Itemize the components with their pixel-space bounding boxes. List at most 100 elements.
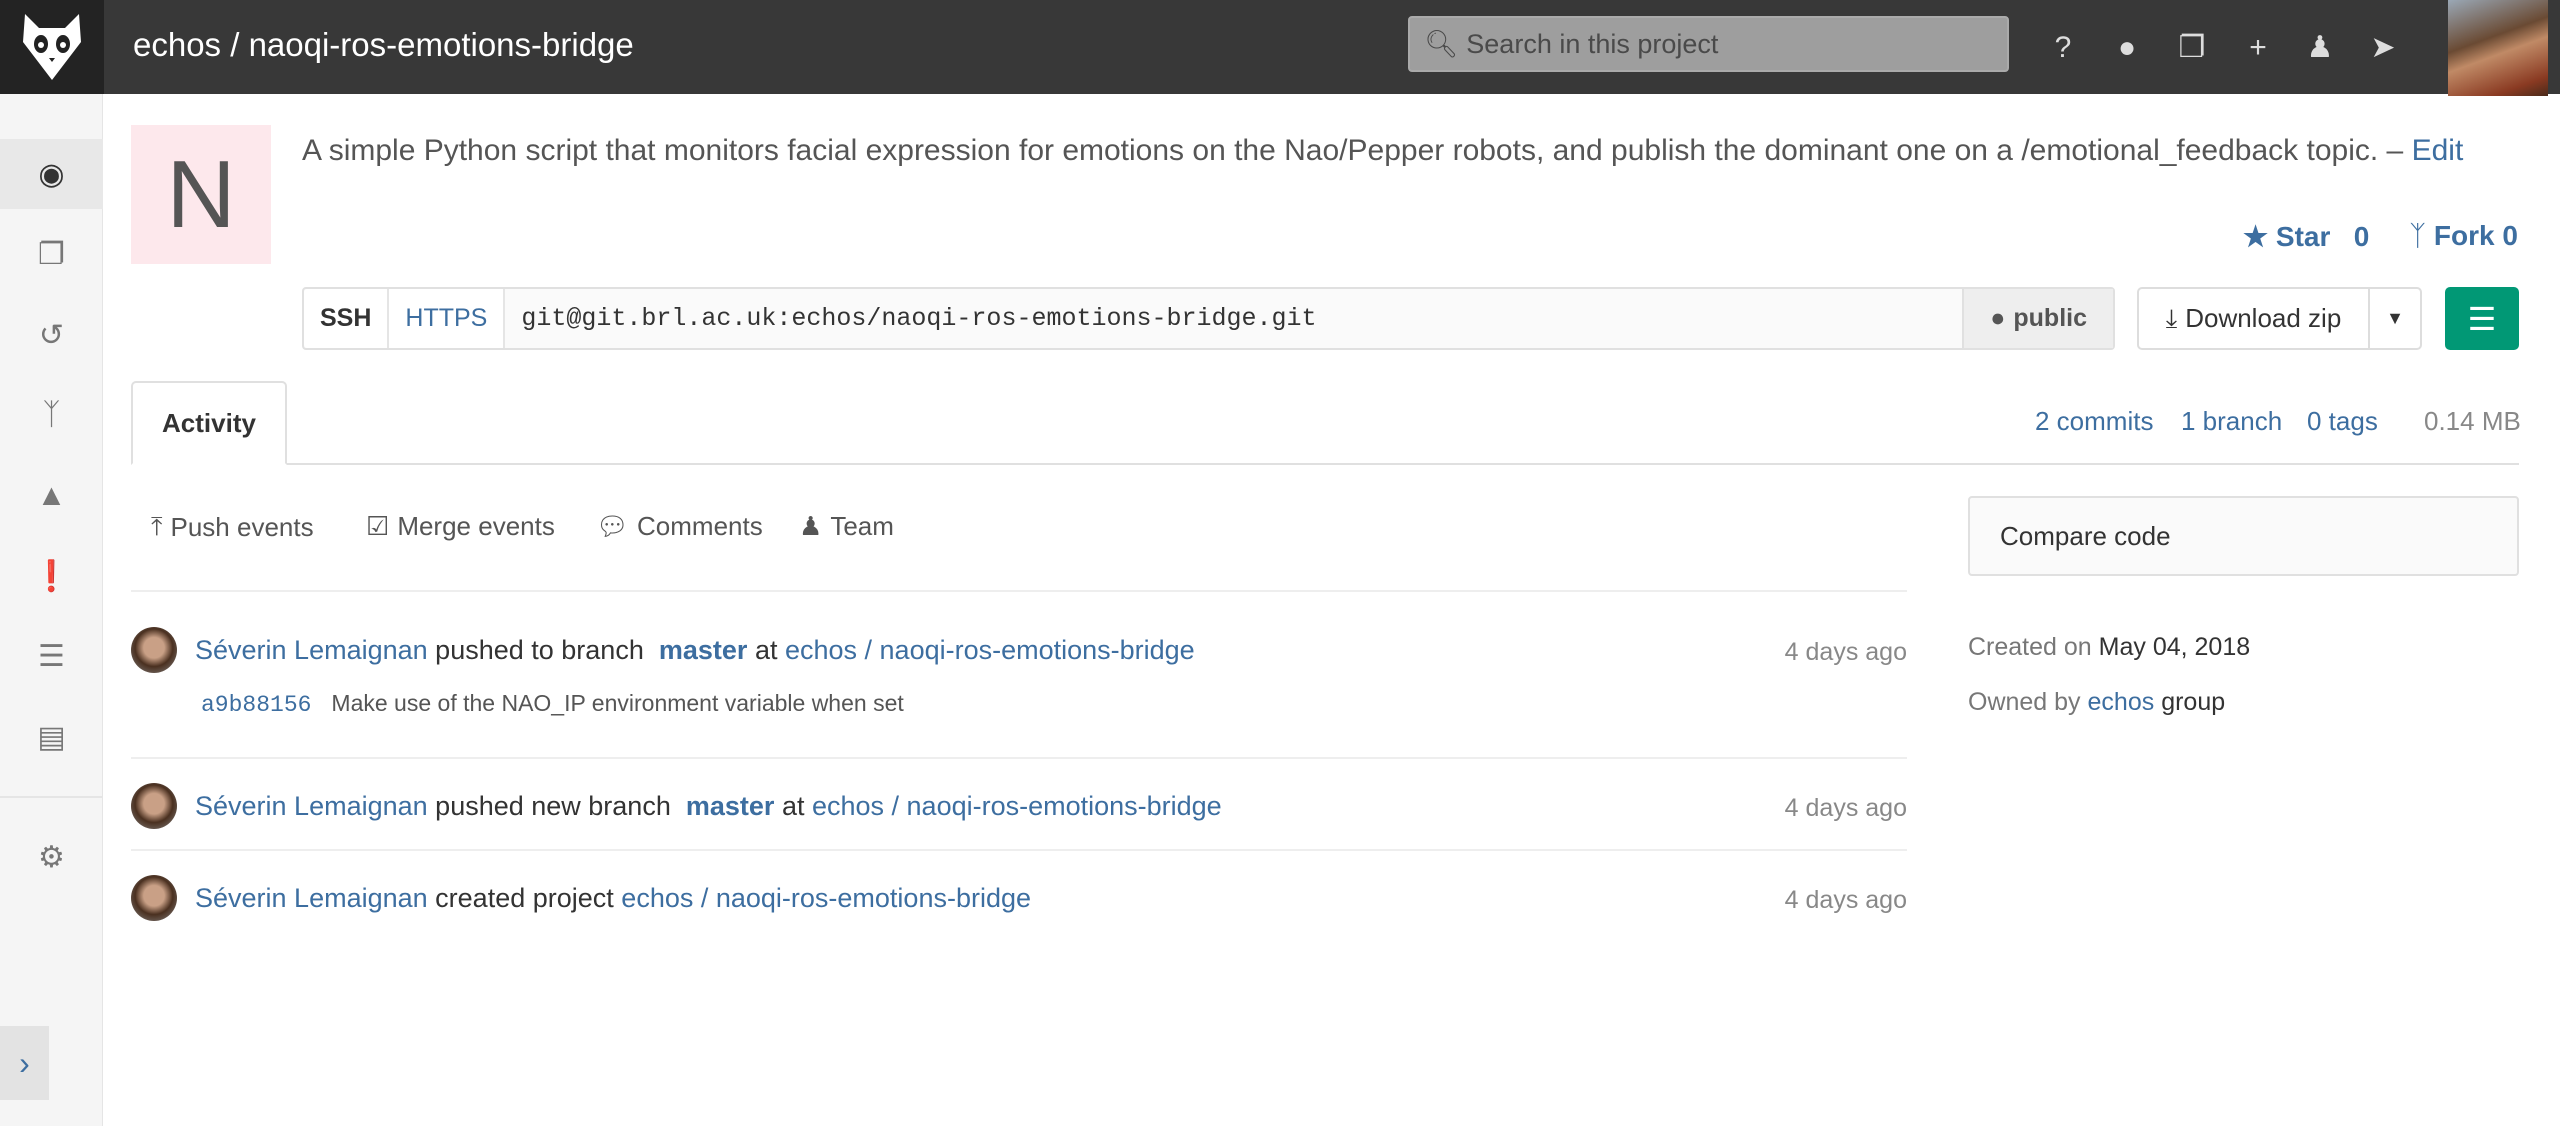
plus-icon[interactable]: + bbox=[2238, 28, 2278, 68]
search-input[interactable]: 🔍︎ Search in this project bbox=[1408, 16, 2009, 72]
star-label: Star bbox=[2275, 221, 2331, 252]
event-time: 4 days ago bbox=[1784, 638, 1907, 666]
commit-message: Make use of the NAO_IP environment varia… bbox=[331, 690, 904, 716]
globe-icon[interactable]: ● bbox=[2107, 28, 2147, 68]
commit-line: a9b88156 Make use of the NAO_IP environme… bbox=[201, 690, 904, 718]
upload-icon: ⤒ bbox=[151, 511, 163, 541]
event-action: pushed new branch bbox=[435, 790, 671, 821]
dashboard-icon[interactable]: ◉ bbox=[0, 139, 103, 209]
tags-link[interactable]: 0 tags bbox=[2307, 406, 2378, 437]
filter-label: Merge events bbox=[397, 511, 555, 541]
owned-by: Owned by echos group bbox=[1968, 688, 2225, 717]
download-label: Download zip bbox=[2185, 303, 2342, 333]
star-count: 0 bbox=[2353, 221, 2370, 252]
branches-link[interactable]: 1 branch bbox=[2181, 406, 2282, 437]
filter-comments[interactable]: 💬︎ Comments bbox=[596, 511, 763, 542]
created-date: May 04, 2018 bbox=[2098, 633, 2251, 661]
commits-icon[interactable]: ↺ bbox=[0, 300, 103, 370]
event-at: at bbox=[754, 634, 778, 665]
event-action: created project bbox=[435, 882, 614, 913]
project-menu-button[interactable]: ☰ bbox=[2445, 287, 2519, 350]
download-icon: ⤓ bbox=[2165, 302, 2178, 333]
globe-icon: ● bbox=[1990, 304, 2006, 332]
filter-label: Push events bbox=[170, 511, 314, 542]
filter-label: Comments bbox=[637, 511, 763, 541]
event-action: pushed to branch bbox=[435, 634, 644, 665]
commit-sha-link[interactable]: a9b88156 bbox=[201, 692, 311, 718]
commits-link[interactable]: 2 commits bbox=[2035, 406, 2153, 437]
tab-activity[interactable]: Activity bbox=[131, 381, 287, 465]
project-link[interactable]: echos / naoqi-ros-emotions-bridge bbox=[812, 791, 1222, 821]
tabs-divider bbox=[131, 463, 2519, 465]
created-label: Created on bbox=[1968, 633, 2092, 661]
avatar[interactable] bbox=[131, 783, 177, 829]
fork-count: 0 bbox=[2502, 220, 2518, 251]
download-dropdown-caret[interactable]: ▼ bbox=[2370, 289, 2420, 348]
cogs-icon[interactable]: ⚙ bbox=[0, 822, 103, 892]
owned-label: Owned by bbox=[1968, 688, 2081, 716]
search-placeholder: Search in this project bbox=[1466, 28, 1719, 59]
created-on: Created on May 04, 2018 bbox=[1968, 633, 2250, 662]
https-button[interactable]: HTTPS bbox=[389, 289, 506, 348]
gitlab-logo[interactable] bbox=[0, 0, 104, 94]
project-link[interactable]: echos / naoqi-ros-emotions-bridge bbox=[621, 883, 1031, 913]
snippets-icon[interactable]: ❐ bbox=[2172, 28, 2212, 68]
event-item: Séverin Lemaignan pushed to branch maste… bbox=[131, 627, 1195, 673]
owner-suffix: group bbox=[2161, 688, 2226, 716]
divider bbox=[131, 590, 1907, 592]
user-icon: ♟ bbox=[799, 511, 823, 541]
user-avatar[interactable] bbox=[2448, 0, 2548, 96]
owner-link[interactable]: echos bbox=[2088, 688, 2155, 716]
sidebar-divider bbox=[0, 796, 103, 798]
filter-push-events[interactable]: ⤒ Push events bbox=[151, 511, 314, 543]
search-icon: 🔍︎ bbox=[1424, 29, 1459, 59]
ssh-button[interactable]: SSH bbox=[304, 289, 390, 348]
compare-code-button[interactable]: Compare code bbox=[1968, 496, 2519, 576]
author-link[interactable]: Séverin Lemaignan bbox=[195, 883, 428, 913]
collapse-sidebar-button[interactable]: › bbox=[0, 1026, 49, 1100]
branch-icon[interactable]: ᛉ bbox=[0, 380, 103, 450]
fork-label: Fork bbox=[2433, 220, 2495, 251]
sign-out-icon[interactable]: ➤ bbox=[2363, 28, 2403, 68]
project-avatar: N bbox=[131, 125, 271, 264]
author-link[interactable]: Séverin Lemaignan bbox=[195, 635, 428, 665]
author-link[interactable]: Séverin Lemaignan bbox=[195, 791, 428, 821]
download-zip-button[interactable]: ⤓ Download zip bbox=[2139, 289, 2370, 348]
filter-team[interactable]: ♟ Team bbox=[799, 511, 894, 542]
divider bbox=[131, 849, 1907, 851]
project-breadcrumb[interactable]: echos / naoqi-ros-emotions-bridge bbox=[133, 26, 634, 64]
project-description: A simple Python script that monitors fac… bbox=[302, 128, 2502, 174]
branch-link[interactable]: master bbox=[659, 635, 748, 665]
help-icon[interactable]: ? bbox=[2043, 28, 2083, 68]
issues-icon[interactable]: ❗ bbox=[0, 541, 103, 611]
avatar[interactable] bbox=[131, 627, 177, 673]
filter-merge-events[interactable]: ☑ Merge events bbox=[366, 511, 555, 542]
event-at: at bbox=[781, 790, 805, 821]
avatar[interactable] bbox=[131, 875, 177, 921]
visibility-badge: ● public bbox=[1962, 289, 2113, 348]
star-button[interactable]: ★ Star 0 bbox=[2243, 220, 2369, 253]
description-text: A simple Python script that monitors fac… bbox=[302, 134, 2379, 167]
repo-size: 0.14 MB bbox=[2424, 406, 2521, 436]
branch-link[interactable]: master bbox=[686, 791, 775, 821]
comments-icon: 💬︎ bbox=[596, 511, 630, 541]
graphs-icon[interactable]: ▲ bbox=[0, 461, 103, 531]
star-fork: ★ Star 0 ᛉ Fork 0 bbox=[2243, 220, 2518, 253]
edit-link[interactable]: Edit bbox=[2412, 134, 2464, 167]
event-time: 4 days ago bbox=[1784, 794, 1907, 822]
event-item: Séverin Lemaignan pushed new branch mast… bbox=[131, 783, 1222, 829]
hamburger-icon: ☰ bbox=[2467, 300, 2497, 337]
filter-label: Team bbox=[830, 511, 894, 541]
files-icon[interactable]: ❐ bbox=[0, 219, 103, 289]
star-icon: ★ bbox=[2243, 221, 2269, 252]
download-zip-group: ⤓ Download zip ▼ bbox=[2137, 287, 2422, 350]
divider bbox=[131, 757, 1907, 759]
wiki-icon[interactable]: ▤ bbox=[0, 702, 103, 772]
fork-button[interactable]: ᛉ Fork 0 bbox=[2409, 220, 2518, 253]
clone-url-input[interactable]: git@git.brl.ac.uk:echos/naoqi-ros-emotio… bbox=[505, 289, 1963, 348]
user-icon[interactable]: ♟ bbox=[2300, 28, 2340, 68]
merge-list-icon[interactable]: ☰ bbox=[0, 621, 103, 691]
project-link[interactable]: echos / naoqi-ros-emotions-bridge bbox=[785, 635, 1195, 665]
visibility-label: public bbox=[2013, 304, 2087, 332]
fox-logo-icon bbox=[23, 14, 81, 80]
